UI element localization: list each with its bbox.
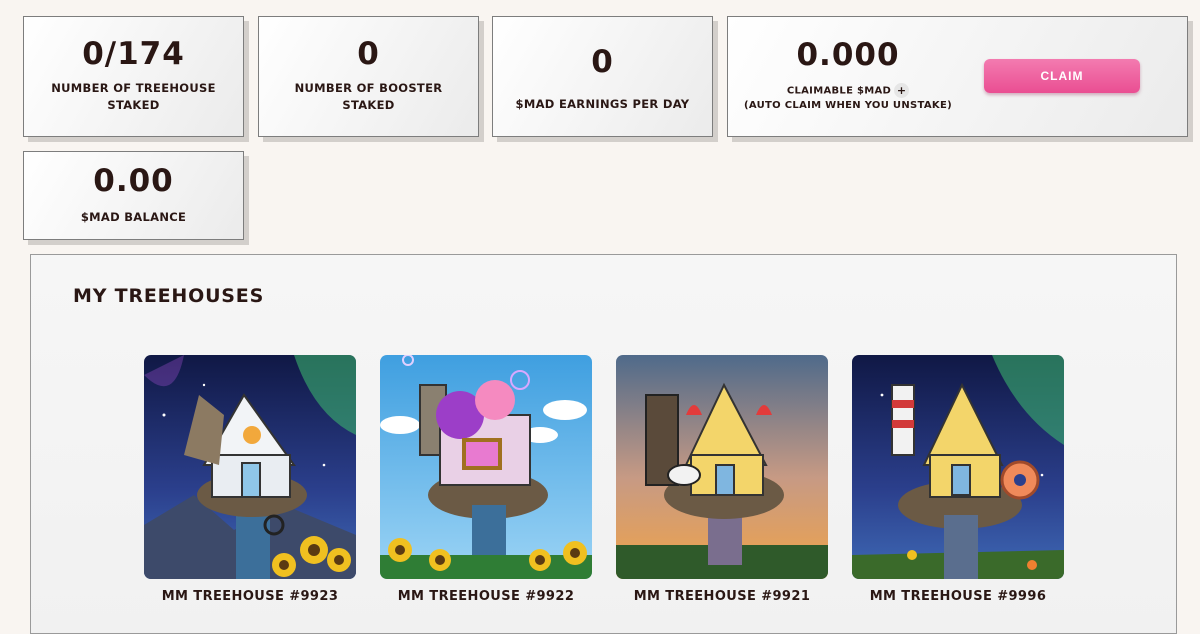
treehouse-staked-label: NUMBER OF TREEHOUSE STAKED: [51, 81, 216, 112]
treehouse-name: MM TREEHOUSE #9923: [161, 589, 339, 604]
treehouse-name: MM TREEHOUSE #9921: [633, 589, 811, 604]
add-token-icon[interactable]: +: [894, 83, 910, 99]
treehouse-artwork: [144, 355, 356, 579]
booster-staked-label: NUMBER OF BOOSTER STAKED: [294, 81, 443, 112]
treehouse-image-9923[interactable]: [144, 355, 356, 579]
booster-staked-card: 0 NUMBER OF BOOSTER STAKED: [258, 16, 479, 137]
auto-claim-note: (AUTO CLAIM WHEN YOU UNSTAKE): [744, 99, 952, 111]
earnings-label: $MAD EARNINGS PER DAY: [515, 96, 690, 111]
treehouse-name: MM TREEHOUSE #9922: [397, 589, 575, 604]
balance-value: 0.00: [93, 162, 174, 199]
treehouse-staked-value: 0/174: [82, 36, 185, 72]
claim-button[interactable]: CLAIM: [984, 59, 1140, 93]
booster-staked-value: 0: [357, 36, 380, 72]
treehouses-title: MY TREEHOUSES: [73, 285, 265, 307]
earnings-card: 0 $MAD EARNINGS PER DAY: [492, 16, 713, 137]
treehouse-name: MM TREEHOUSE #9996: [869, 589, 1047, 604]
treehouses-panel: MY TREEHOUSES MM TREEHOUSE #9923 MM TREE…: [30, 254, 1177, 634]
claimable-label: CLAIMABLE $MAD + (AUTO CLAIM WHEN YOU UNS…: [744, 83, 952, 113]
balance-card: 0.00 $MAD BALANCE: [23, 151, 244, 240]
treehouse-image-9922[interactable]: [380, 355, 592, 579]
treehouse-image-9921[interactable]: [616, 355, 828, 579]
treehouse-artwork: [852, 355, 1064, 579]
claimable-label-text: CLAIMABLE $MAD: [786, 85, 892, 97]
earnings-value: 0: [591, 43, 614, 80]
treehouse-artwork: [616, 355, 828, 579]
balance-label: $MAD BALANCE: [80, 209, 187, 224]
treehouse-artwork: [380, 355, 592, 579]
treehouse-staked-card: 0/174 NUMBER OF TREEHOUSE STAKED: [23, 16, 244, 137]
treehouse-image-9996[interactable]: [852, 355, 1064, 579]
claimable-value: 0.000: [796, 37, 900, 74]
